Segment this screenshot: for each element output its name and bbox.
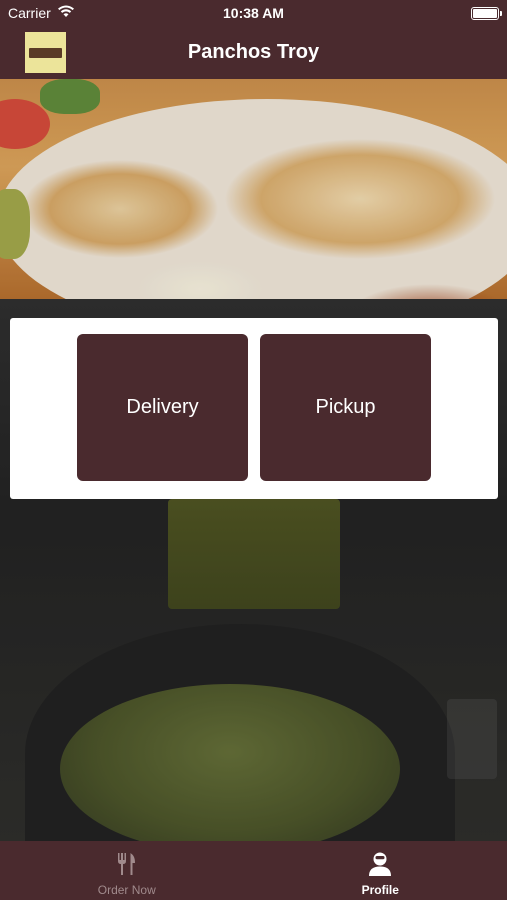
battery-icon bbox=[471, 6, 502, 20]
carrier-label: Carrier bbox=[8, 5, 51, 21]
pickup-button[interactable]: Pickup bbox=[260, 334, 431, 481]
logo-mark bbox=[29, 47, 62, 58]
tab-bar: Order Now Profile bbox=[0, 841, 507, 900]
tab-profile-label: Profile bbox=[361, 883, 399, 897]
tab-profile[interactable]: Profile bbox=[254, 841, 507, 900]
hero-food-image bbox=[0, 79, 507, 299]
delivery-button[interactable]: Delivery bbox=[77, 334, 248, 481]
status-bar: Carrier 10:38 AM bbox=[0, 0, 507, 26]
tab-order-now-label: Order Now bbox=[97, 883, 156, 897]
restaurant-logo bbox=[25, 32, 66, 73]
status-time: 10:38 AM bbox=[223, 5, 284, 21]
page-title: Panchos Troy bbox=[187, 41, 320, 63]
status-left: Carrier bbox=[8, 5, 75, 21]
fork-knife-icon bbox=[113, 851, 141, 877]
nav-bar: Panchos Troy bbox=[0, 26, 507, 79]
wifi-icon bbox=[57, 5, 75, 21]
person-icon bbox=[366, 851, 394, 877]
order-type-panel: Delivery Pickup bbox=[10, 318, 498, 499]
tab-order-now[interactable]: Order Now bbox=[0, 841, 254, 900]
